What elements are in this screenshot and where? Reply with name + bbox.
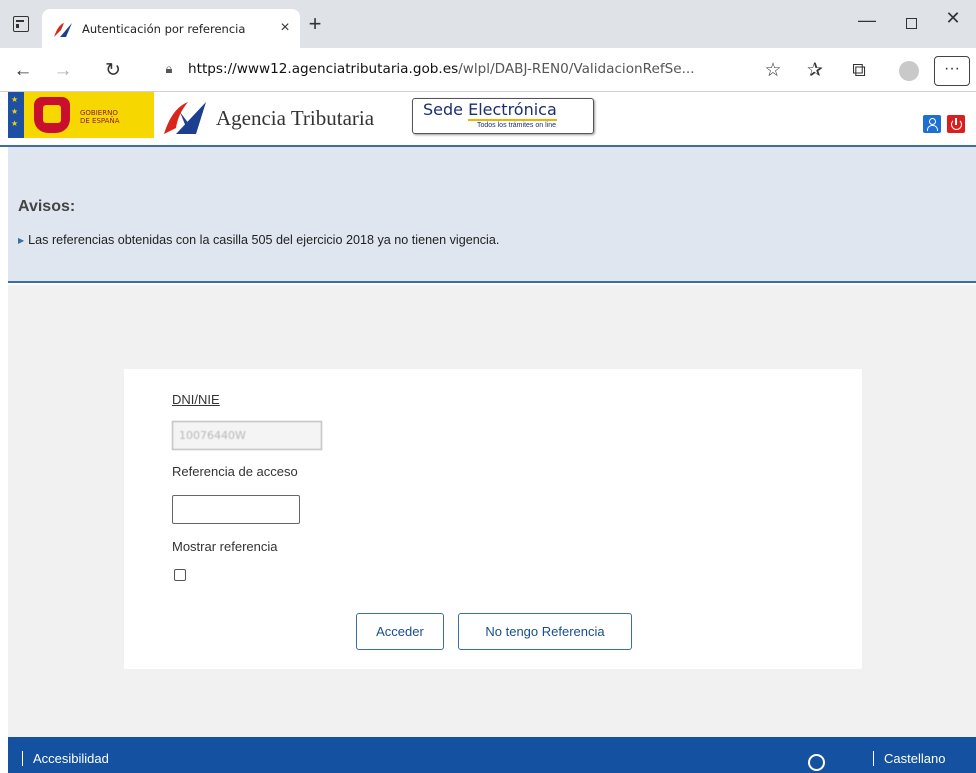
aviso-text: Las referencias obtenidas con la casilla… [28,233,500,247]
tab-title: Autenticación por referencia [82,22,246,36]
avisos-panel: Avisos: ▶ Las referencias obtenidas con l… [8,147,976,283]
browser-tab-bar: Autenticación por referencia × + — ✕ [0,0,976,48]
window-icon[interactable] [13,16,29,32]
footer: Accesibilidad Castellano [8,737,976,773]
avisos-title: Avisos: [18,198,76,215]
user-icon[interactable] [923,115,941,133]
gobierno-line-2: DE ESPAÑA [80,117,120,125]
lock-icon[interactable]: 🔒︎ [162,61,176,77]
referencia-input[interactable] [172,495,300,524]
window-close-button[interactable]: ✕ [938,8,968,36]
back-arrow-icon[interactable]: ← [10,58,36,84]
gobierno-text: GOBIERNO DE ESPAÑA [80,109,120,125]
agencia-tributaria-favicon-icon [54,23,72,37]
collections-icon[interactable]: ⧉ [846,58,872,84]
accesibilidad-link[interactable]: Accesibilidad [22,751,109,766]
mostrar-referencia-checkbox[interactable] [174,569,186,581]
language-selector[interactable]: Castellano [873,751,945,766]
url-path: /wlpl/DABJ-REN0/ValidacionRefSe... [458,61,695,77]
referencia-label: Referencia de acceso [172,464,298,479]
gobierno-line-1: GOBIERNO [80,109,118,117]
navigation-bar: ← → ↻ 🔒︎ https://www12.agenciatributaria… [0,48,976,92]
url-text[interactable]: https://www12.agenciatributaria.gob.es/w… [188,61,695,77]
sede-electronica-logo[interactable]: Sede Electrónica Todos los trámites on l… [412,98,594,134]
sede-subtitle: Todos los trámites on line [477,122,556,129]
tab-close-button[interactable]: × [274,17,296,39]
maximize-button[interactable] [896,10,926,38]
sede-title-pre: Sede [423,100,469,119]
coat-of-arms-icon [34,97,70,133]
site-header: ★ ★ ★ GOBIERNO DE ESPAÑA Agencia Tributari… [0,92,976,147]
browser-tab[interactable]: Autenticación por referencia × [42,9,300,48]
minimize-button[interactable]: — [852,10,882,38]
power-icon[interactable] [947,115,965,133]
profile-icon[interactable] [896,58,922,84]
main-content: DNI/NIE 10076440W Referencia de acceso M… [8,285,976,737]
acceder-button[interactable]: Acceder [356,613,444,650]
no-tengo-referencia-button[interactable]: No tengo Referencia [458,613,632,650]
sede-title: Sede Electrónica [423,100,557,121]
favorites-icon[interactable]: ✰ [802,58,828,84]
gobierno-de-espana-logo[interactable]: GOBIERNO DE ESPAÑA [24,92,154,138]
sede-title-main: Electrónica [468,100,557,121]
login-form: DNI/NIE 10076440W Referencia de acceso M… [124,369,862,669]
agencia-tributaria-logo-icon[interactable] [162,98,210,136]
agency-name[interactable]: Agencia Tributaria [216,106,374,131]
aviso-item: ▶ Las referencias obtenidas con la casill… [18,233,499,247]
dni-label: DNI/NIE [172,392,220,407]
search-icon[interactable] [808,754,825,771]
add-favorite-icon[interactable]: ☆ [760,58,786,84]
mostrar-referencia-label: Mostrar referencia [172,539,278,554]
new-tab-button[interactable]: + [304,13,326,36]
url-domain: https://www12.agenciatributaria.gob.es [188,61,459,77]
address-bar[interactable]: 🔒︎ https://www12.agenciatributaria.gob.e… [140,54,788,86]
forward-arrow-icon[interactable]: → [50,58,76,84]
dni-field[interactable]: 10076440W [172,421,322,450]
settings-menu-button[interactable]: ··· [934,56,970,86]
triangle-bullet-icon: ▶ [18,236,25,245]
eu-flag-strip: ★ ★ ★ [8,92,24,138]
refresh-icon[interactable]: ↻ [100,58,126,84]
